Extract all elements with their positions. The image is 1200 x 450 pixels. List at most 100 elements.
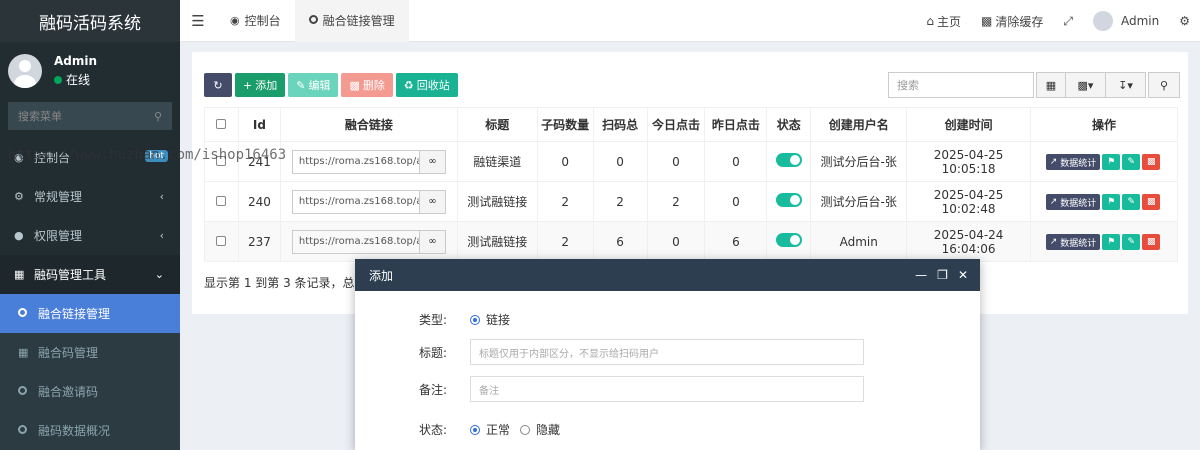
stats-button[interactable]: ↗ 数据统计 [1045,154,1101,170]
title-label: 标题: [418,345,447,360]
status-normal-label: 正常 [486,423,511,437]
sidebar-item-label: 融码数据概况 [38,424,111,438]
sidebar-item-fusion-code[interactable]: ▦ 融合码管理 [0,333,180,372]
recycle-bin-button[interactable]: ♻ 回收站 [395,73,458,97]
tag-button[interactable]: ⚑ [1102,194,1121,210]
type-link-radio[interactable]: 链接 [470,311,510,328]
table-search-input[interactable]: 搜索 [888,72,1034,98]
cell-id: 237 [237,221,281,262]
qrcode-icon: ▦ [18,346,29,359]
sidebar-item-fusion-tools[interactable]: ▦ 融码管理工具 ⌄ [0,255,180,294]
user-menu[interactable]: Admin [1083,11,1169,31]
maximize-icon[interactable]: ❐ [937,268,948,282]
title-row: 标题: 标题仅用于内部区分，不显示给扫码用户 [355,339,980,365]
cell-scan-total: 6 [592,221,648,262]
status-toggle[interactable] [775,233,802,247]
tab-fusion-link[interactable]: 融合链接管理 [294,0,409,42]
cell-scan-total: 0 [592,141,648,182]
search-icon[interactable]: ⚲ [154,110,162,123]
tab-label: 融合链接管理 [322,14,395,28]
url-field[interactable]: https://roma.zs168.top/add [291,229,420,254]
refresh-icon: ↻ [213,78,223,92]
dialog-header: 添加 — ❐ ✕ [355,259,980,291]
columns-dropdown[interactable]: ▩▾ [1066,72,1106,98]
row-edit-button[interactable]: ✎ [1122,154,1141,170]
stats-button[interactable]: ↗ 数据统计 [1045,194,1101,210]
url-field[interactable]: https://roma.zs168.top/add [291,149,420,174]
home-icon: ⌂ [926,14,934,28]
tag-button[interactable]: ⚑ [1102,154,1121,170]
cell-creator: 测试分后台-张 [810,181,908,222]
user-status-label: 在线 [66,73,91,87]
sidebar-item-fusion-link[interactable]: 融合链接管理 [0,294,180,333]
checkbox[interactable] [216,118,227,129]
row-delete-button[interactable]: ▩ [1142,154,1161,170]
table-header-row: Id 融合链接 标题 子码数量 扫码总 今日点击 昨日点击 状态 创建用户名 创… [204,107,1178,142]
home-label: 主页 [937,14,962,29]
pagination-info: 显示第 1 到第 3 条记录，总共 3 [204,276,378,290]
column-header[interactable]: Id [237,107,281,142]
edit-label: 编辑 [308,79,331,92]
delete-button[interactable]: ▩ 删除 [341,73,393,97]
link-icon[interactable]: ∞ [419,229,446,254]
status-toggle[interactable] [775,193,802,207]
circle-icon [18,385,34,398]
stats-button[interactable]: ↗ 数据统计 [1045,234,1101,250]
cell-created-time: 2025-04-25 10:05:18 [906,141,1032,182]
sidebar-item-label: 融合邀请码 [38,385,99,399]
fullscreen-button[interactable]: ⤢ [1053,14,1083,29]
close-icon[interactable]: ✕ [958,268,968,282]
search-button[interactable]: ⚲ [1148,72,1180,98]
remark-row: 备注: 备注 [355,376,980,402]
sidebar-item-label: 常规管理 [34,190,83,204]
qrcode-icon: ▦ [14,268,25,281]
refresh-button[interactable]: ↻ [204,73,232,97]
link-icon[interactable]: ∞ [419,189,446,214]
tag-icon: ⚑ [1107,237,1116,247]
edit-button[interactable]: ✎ 编辑 [288,73,339,97]
settings-button[interactable]: ⚙ [1169,14,1200,28]
sidebar: 融码活码系统 Admin 在线 搜索菜单 ⚲ ◉ 控制台 hot ⚙ 常规管理 … [0,0,180,450]
link-icon[interactable]: ∞ [419,149,446,174]
menu-toggle-icon[interactable]: ☰ [180,12,216,30]
chart-icon: ↗ [1049,157,1058,167]
url-field[interactable]: https://roma.zs168.top/add [291,189,420,214]
toggle-view-button[interactable]: ▦ [1036,72,1066,98]
sidebar-item-fusion-invite[interactable]: 融合邀请码 [0,372,180,411]
row-edit-button[interactable]: ✎ [1122,234,1141,250]
sidebar-item-fusion-data[interactable]: 融码数据概况 [0,411,180,450]
tab-dashboard[interactable]: ◉ 控制台 [216,0,295,42]
status-normal-radio[interactable]: 正常 [470,421,510,438]
cell-id: 240 [237,181,281,222]
row-edit-button[interactable]: ✎ [1122,194,1141,210]
status-hidden-radio[interactable]: 隐藏 [520,421,560,438]
type-link-label: 链接 [486,313,511,327]
status-label: 状态: [418,423,447,437]
chevron-left-icon: ‹ [159,190,164,203]
gear-icon: ⚙ [1179,14,1190,28]
row-delete-button[interactable]: ▩ [1142,194,1161,210]
row-checkbox[interactable] [216,195,227,206]
minimize-icon[interactable]: — [915,268,927,282]
sidebar-search-input[interactable]: 搜索菜单 ⚲ [8,102,172,130]
sidebar-item-permission[interactable]: ● 权限管理 ‹ [0,216,180,255]
status-toggle[interactable] [775,153,802,167]
cell-today-clicks: 0 [646,221,706,262]
row-checkbox[interactable] [216,235,227,246]
row-delete-button[interactable]: ▩ [1142,234,1161,250]
cell-sub-count: 0 [536,141,594,182]
title-input[interactable]: 标题仅用于内部区分，不显示给扫码用户 [470,339,864,365]
trash-icon: ▩ [1146,197,1156,207]
sidebar-item-general[interactable]: ⚙ 常规管理 ‹ [0,177,180,216]
select-all-header[interactable] [204,107,239,142]
home-link[interactable]: ⌂ 主页 [916,13,971,30]
pencil-icon: ✎ [296,78,306,92]
add-button[interactable]: + 添加 [235,73,286,97]
chevron-left-icon: ‹ [159,229,164,242]
remark-input[interactable]: 备注 [470,376,864,402]
tag-button[interactable]: ⚑ [1102,234,1121,250]
export-dropdown[interactable]: ↧▾ [1106,72,1146,98]
clear-cache-link[interactable]: ▩ 清除缓存 [971,13,1053,30]
watermark-text: https://www.huzhan.com/ishop16463 [8,147,287,163]
clear-cache-label: 清除缓存 [995,14,1044,29]
